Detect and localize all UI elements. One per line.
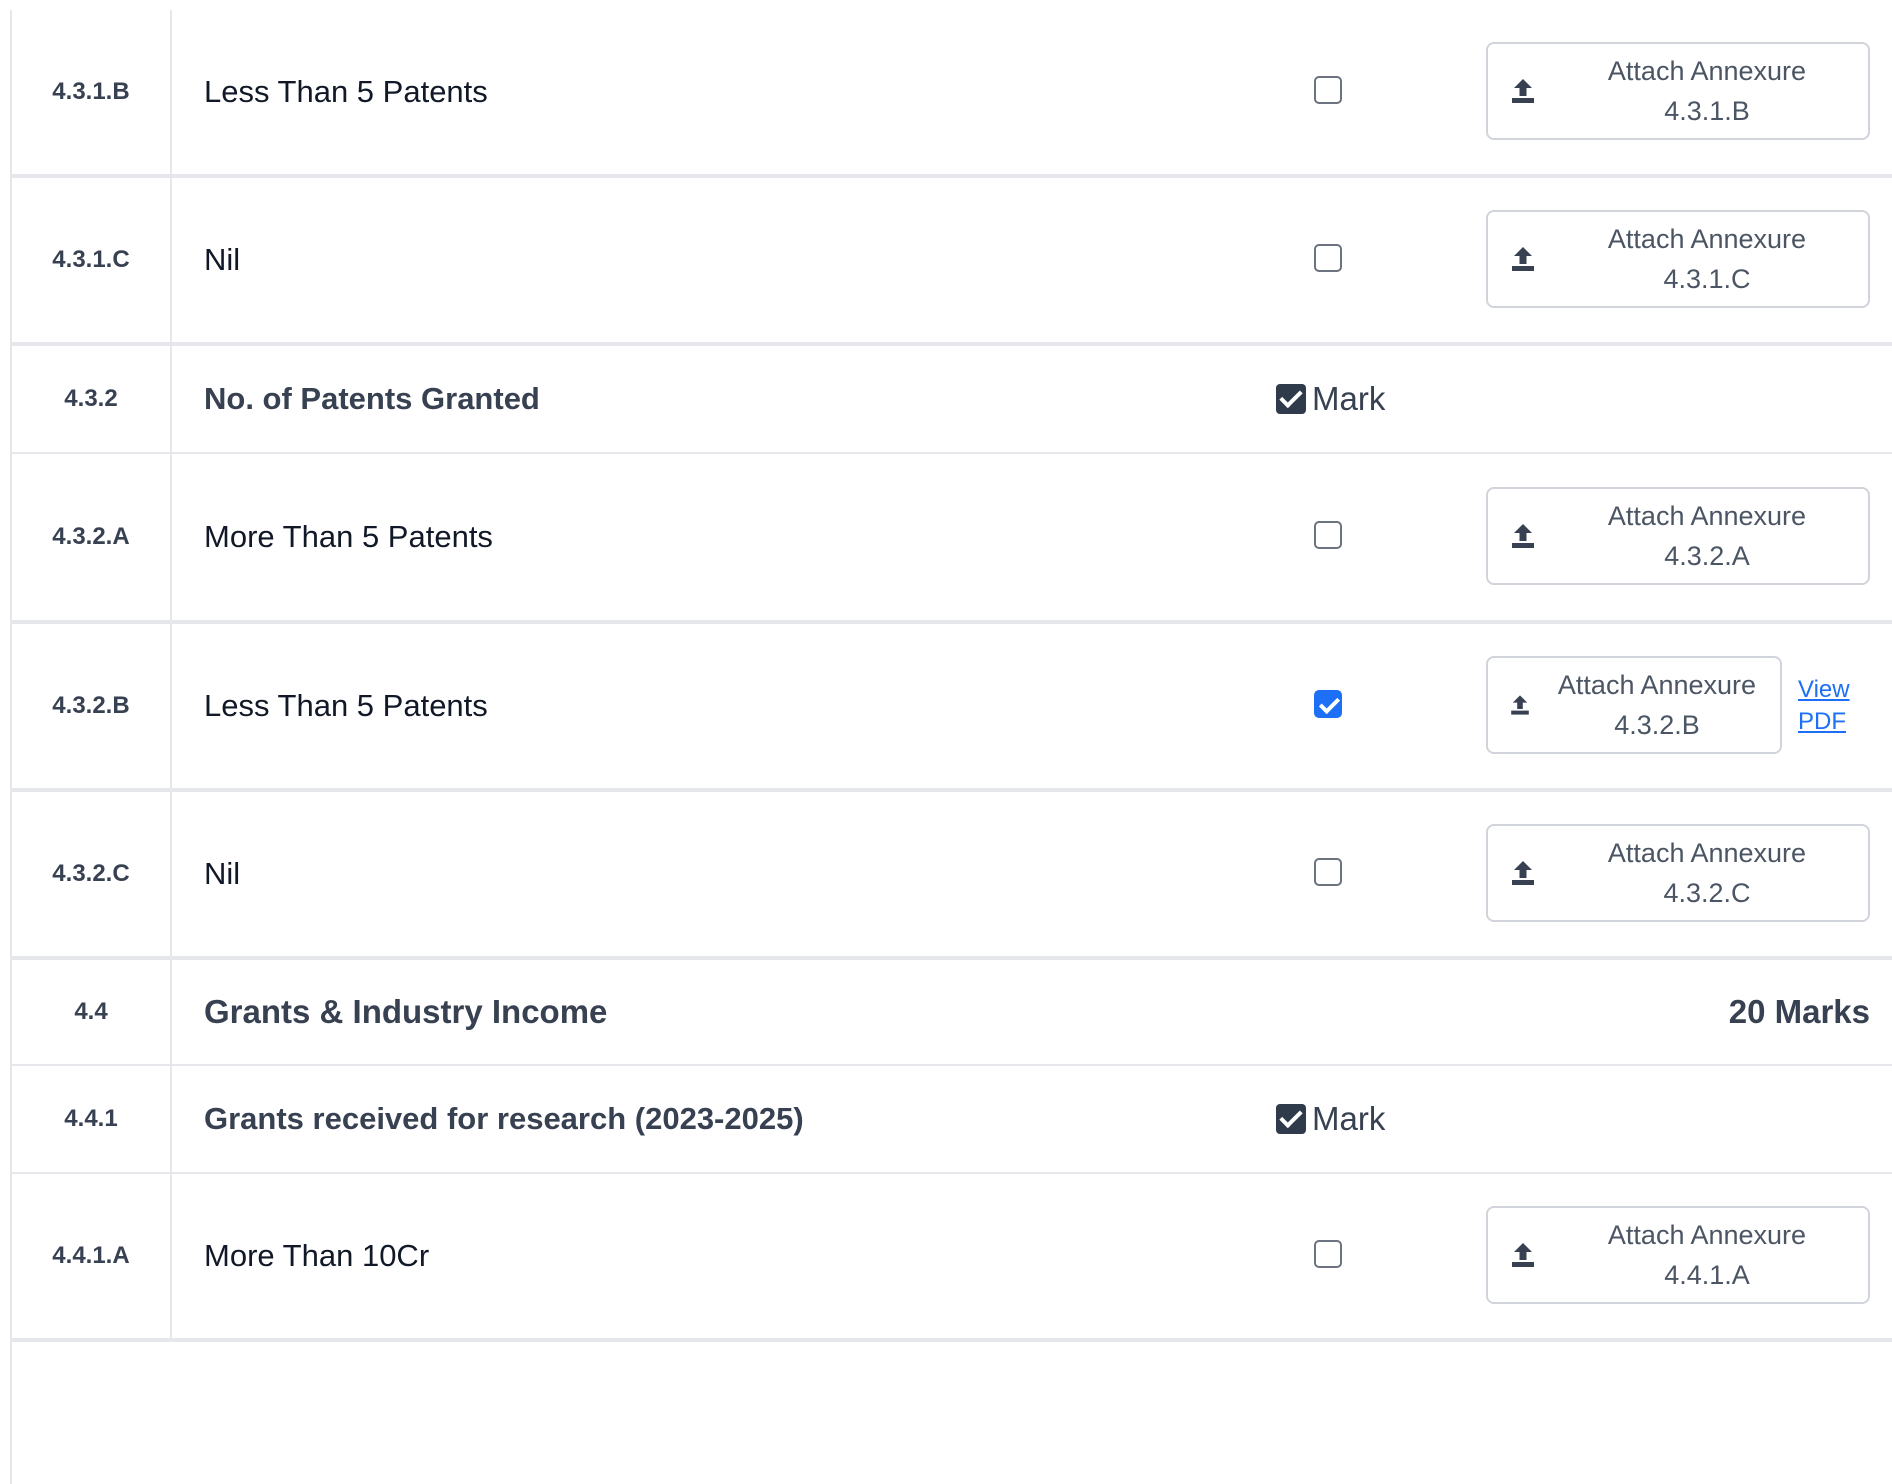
table-row-header: 4.4.1 Grants received for research (2023… [12,1066,1892,1174]
upload-icon [1512,247,1534,271]
row-code: 4.3.2.A [12,454,172,620]
view-pdf-link[interactable]: View PDF [1798,674,1868,738]
select-checkbox[interactable] [1314,690,1342,718]
row-title: No. of Patents Granted [204,381,540,416]
row-code: 4.4.1.A [12,1174,172,1338]
attach-annexure-button[interactable]: Attach Annexure 4.3.1.C [1486,210,1870,308]
select-checkbox[interactable] [1314,76,1342,104]
row-code: 4.3.2.C [12,792,172,956]
table-row: 4.3.1.B Less Than 5 Patents Attach Annex… [12,10,1892,178]
row-title: Less Than 5 Patents [204,74,488,109]
attach-annexure-button[interactable]: Attach Annexure 4.3.2.B [1486,656,1782,754]
attach-label: Attach Annexure 4.3.1.B [1607,56,1807,126]
table-row-section: 4.4 Grants & Industry Income 20 Marks [12,960,1892,1066]
select-checkbox[interactable] [1314,244,1342,272]
row-code: 4.4 [12,960,172,1064]
table-row: 4.3.2.C Nil Attach Annexure 4.3.2.C [12,792,1892,960]
attach-label: Attach Annexure 4.4.1.A [1607,1220,1807,1290]
row-code: 4.3.2 [12,346,172,452]
check-icon [1276,1104,1306,1134]
select-checkbox[interactable] [1314,1240,1342,1268]
check-icon [1276,384,1306,414]
mark-toggle[interactable]: Mark [1276,1100,1385,1138]
table-row-header: 4.3.2 No. of Patents Granted Mark [12,346,1892,454]
upload-icon [1512,79,1534,103]
criteria-table: 4.3.1.B Less Than 5 Patents Attach Annex… [12,10,1892,1342]
attach-label: Attach Annexure 4.3.1.C [1607,224,1807,294]
attach-label: Attach Annexure 4.3.2.C [1607,838,1807,908]
select-checkbox[interactable] [1314,858,1342,886]
select-checkbox[interactable] [1314,521,1342,549]
table-row: 4.3.1.C Nil Attach Annexure 4.3.1.C [12,178,1892,346]
row-title: Nil [204,856,241,891]
mark-label: Mark [1312,1100,1386,1137]
table-row: 4.3.2.A More Than 5 Patents Attach Annex… [12,454,1892,624]
row-title: More Than 5 Patents [204,519,493,554]
row-title: More Than 10Cr [204,1238,430,1273]
row-code: 4.4.1 [12,1066,172,1172]
row-title: Nil [204,242,241,277]
table-row: 4.3.2.B Less Than 5 Patents Attach Annex… [12,624,1892,792]
mark-toggle[interactable]: Mark [1276,380,1385,418]
attach-label: Attach Annexure 4.3.2.B [1557,670,1757,740]
attach-annexure-button[interactable]: Attach Annexure 4.3.2.C [1486,824,1870,922]
section-marks: 20 Marks [1728,993,1870,1030]
mark-label: Mark [1312,380,1386,417]
upload-icon [1511,695,1529,715]
upload-icon [1512,1243,1534,1267]
attach-annexure-button[interactable]: Attach Annexure 4.4.1.A [1486,1206,1870,1304]
row-title: Grants received for research (2023-2025) [204,1101,804,1136]
row-code: 4.3.1.C [12,178,172,342]
attach-label: Attach Annexure 4.3.2.A [1607,501,1807,571]
attach-annexure-button[interactable]: Attach Annexure 4.3.1.B [1486,42,1870,140]
row-code: 4.3.1.B [12,10,172,174]
row-title: Less Than 5 Patents [204,688,488,723]
section-title: Grants & Industry Income [204,993,608,1030]
table-row: 4.4.1.A More Than 10Cr Attach Annexure 4.… [12,1174,1892,1342]
attach-annexure-button[interactable]: Attach Annexure 4.3.2.A [1486,487,1870,585]
row-code: 4.3.2.B [12,624,172,788]
upload-icon [1512,861,1534,885]
upload-icon [1512,524,1534,548]
